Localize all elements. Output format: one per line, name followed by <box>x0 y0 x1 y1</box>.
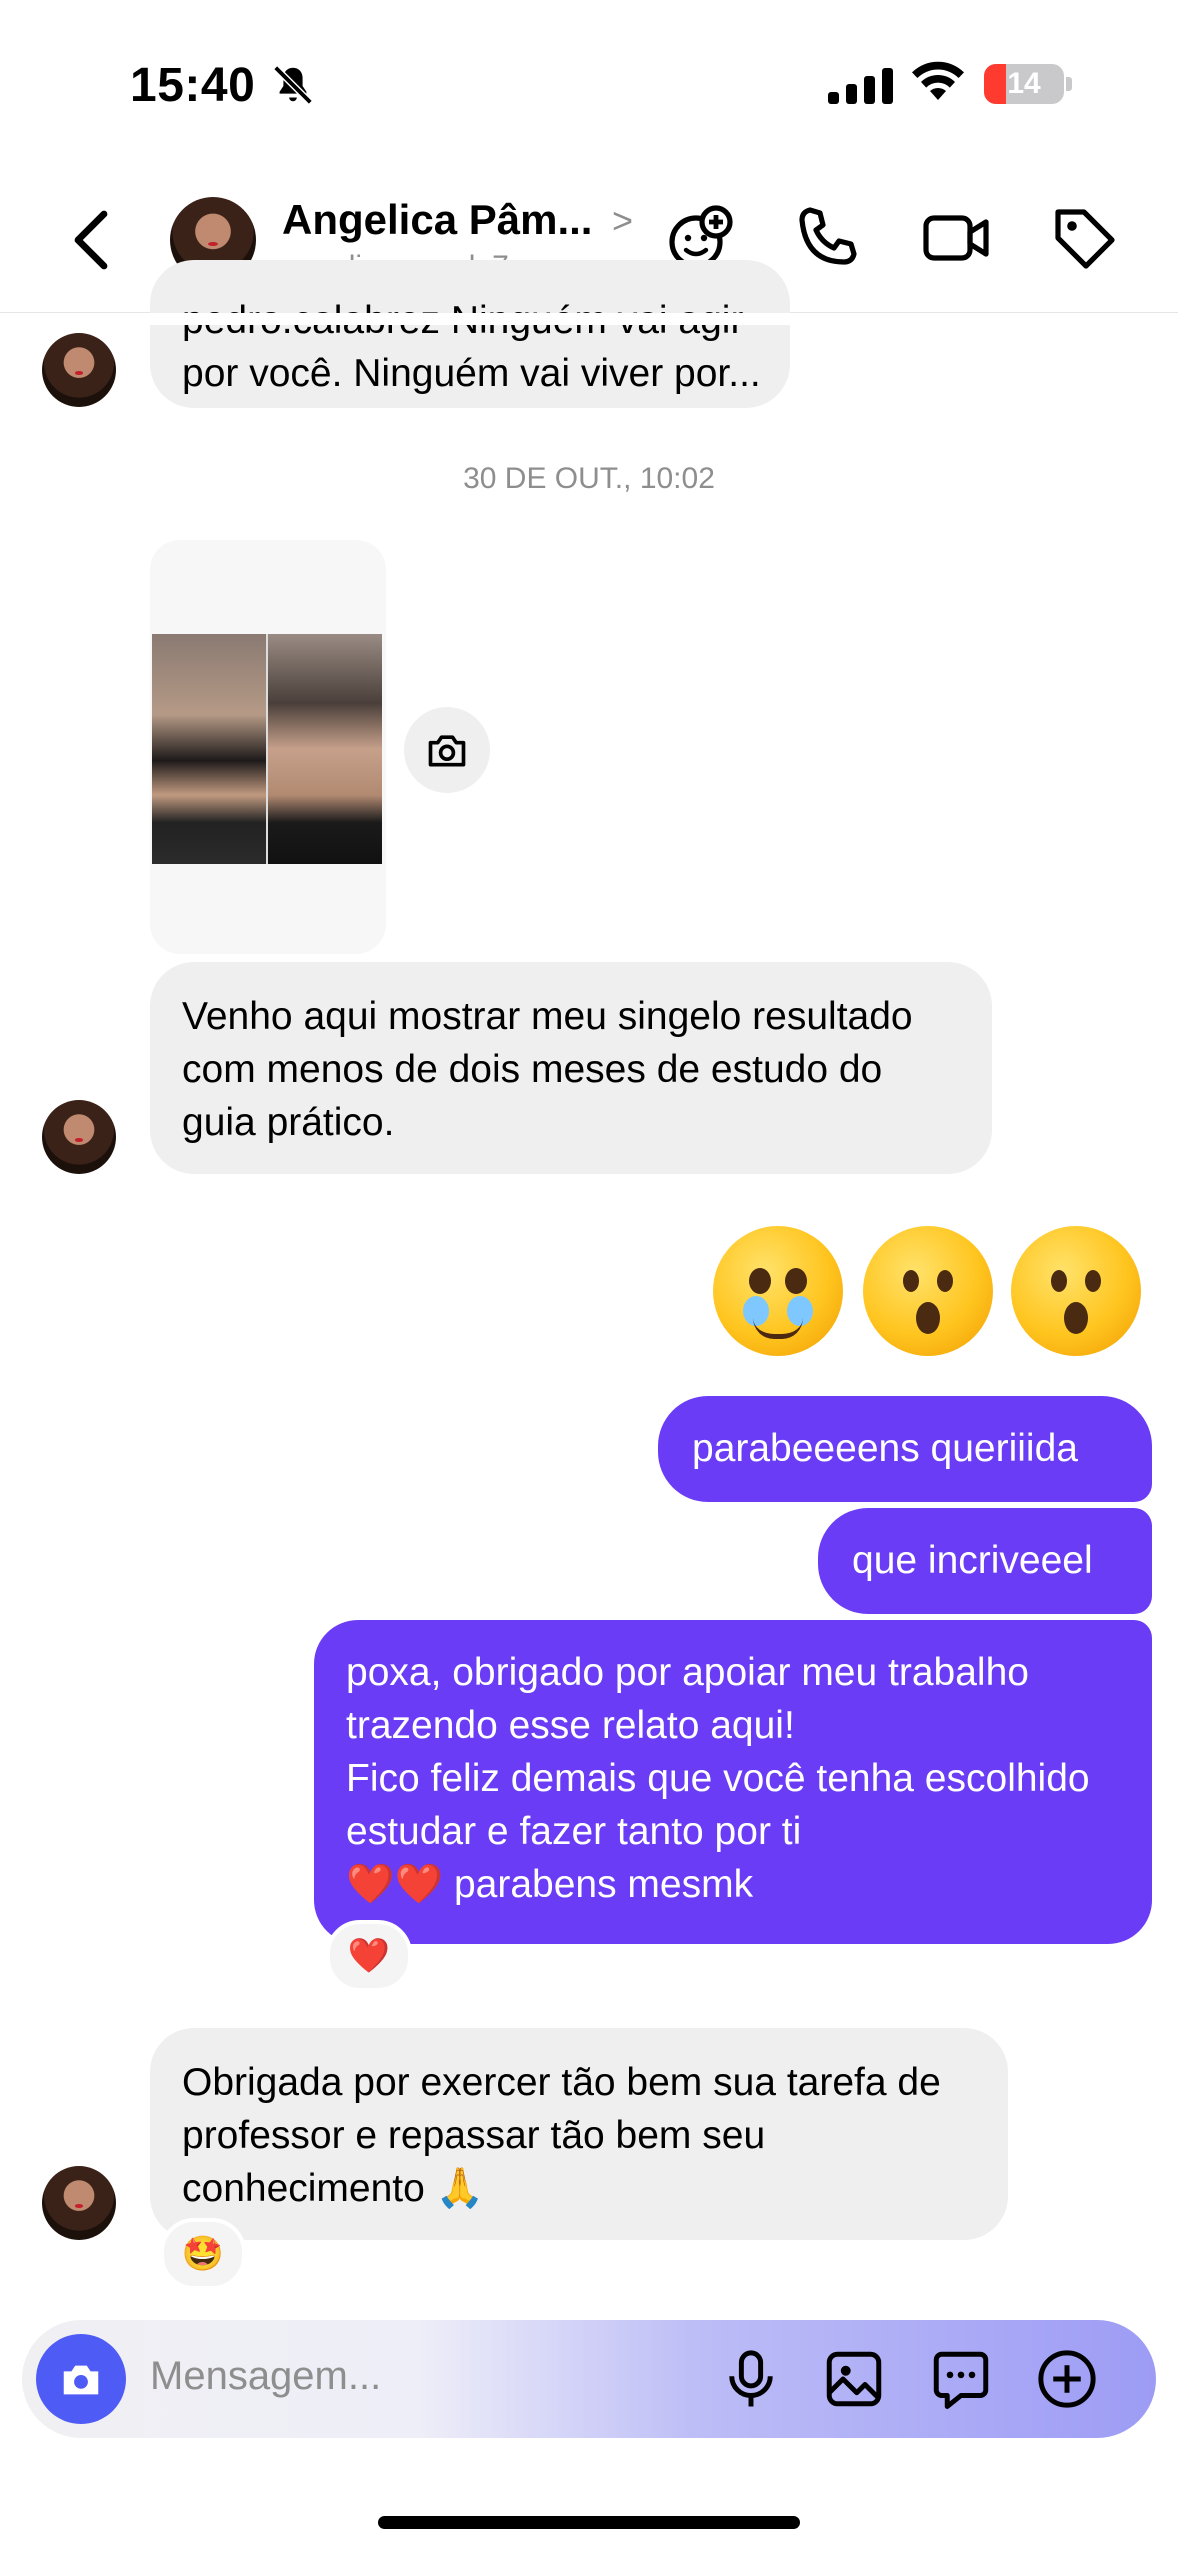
message-bubble-incoming[interactable]: Venho aqui mostrar meu singelo resultado… <box>150 962 992 1174</box>
message-bubble-incoming[interactable]: Obrigada por exercer tão bem sua tarefa … <box>150 2028 1008 2240</box>
camera-icon <box>63 2365 99 2395</box>
message-text: Fico feliz demais que você tenha escolhi… <box>346 1757 1090 1853</box>
scroll-mask <box>0 313 1178 325</box>
message-text: parabeeeens queriiida <box>692 1427 1078 1470</box>
back-icon[interactable] <box>70 208 110 272</box>
camera-share-button[interactable] <box>404 707 490 793</box>
message-text: Obrigada por exercer tão bem sua tarefa … <box>182 2061 941 2210</box>
mic-icon[interactable] <box>718 2346 784 2412</box>
pleading-emoji[interactable] <box>713 1226 843 1356</box>
camera-icon <box>428 735 466 767</box>
tag-icon[interactable] <box>1048 202 1120 274</box>
message-bubble-outgoing[interactable]: parabeeeens queriiida <box>658 1396 1152 1502</box>
message-text: que incriveeel <box>852 1539 1093 1582</box>
camera-button[interactable] <box>36 2334 126 2424</box>
signal-icon <box>828 64 893 104</box>
battery-level: 14 <box>1007 67 1041 100</box>
battery-icon: 14 <box>984 64 1064 104</box>
message-bubble-outgoing[interactable]: poxa, obrigado por apoiar meu trabalho t… <box>314 1620 1152 1944</box>
avatar <box>42 2166 116 2240</box>
message-icon[interactable] <box>928 2346 994 2412</box>
plus-icon[interactable] <box>1034 2346 1100 2412</box>
contact-name[interactable]: Angelica Pâm... <box>282 196 592 244</box>
chevron-right-icon[interactable]: > <box>612 200 633 242</box>
reaction-badge[interactable]: 🤩 <box>160 2218 246 2290</box>
message-input[interactable]: Mensagem... <box>150 2354 381 2399</box>
message-bubble-outgoing[interactable]: que incriveeel <box>818 1508 1152 1614</box>
phone-icon[interactable] <box>792 202 864 274</box>
reaction-badge[interactable]: ❤️ <box>326 1920 412 1992</box>
status-time: 15:40 <box>130 59 256 112</box>
avatar <box>42 333 116 407</box>
message-bubble-incoming[interactable]: pedro.calabrez Ninguém vai agir por você… <box>150 260 790 408</box>
gallery-icon[interactable] <box>821 2346 887 2412</box>
message-text: ❤️❤️ parabens mesmk <box>346 1863 754 1906</box>
home-indicator[interactable] <box>378 2516 800 2529</box>
bell-off-icon <box>273 65 313 105</box>
star-struck-reaction: 🤩 <box>181 2235 225 2273</box>
wifi-icon <box>912 61 964 100</box>
battery-tip <box>1066 77 1072 91</box>
astonished-emoji[interactable] <box>1011 1226 1141 1356</box>
message-text: poxa, obrigado por apoiar meu trabalho t… <box>346 1651 1029 1747</box>
message-text: por você. Ninguém vai viver por... <box>182 352 761 395</box>
message-text: Venho aqui mostrar meu singelo resultado… <box>182 995 913 1144</box>
avatar <box>42 1100 116 1174</box>
shared-image[interactable] <box>152 634 382 864</box>
video-icon[interactable] <box>920 202 992 274</box>
heart-reaction: ❤️ <box>347 1937 391 1975</box>
astonished-emoji[interactable] <box>863 1226 993 1356</box>
timestamp: 30 DE OUT., 10:02 <box>463 462 715 495</box>
